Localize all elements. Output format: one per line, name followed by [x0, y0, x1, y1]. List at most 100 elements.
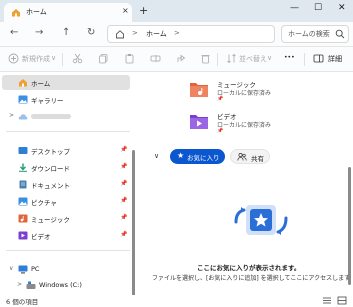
- gallery-icon: [18, 95, 28, 104]
- file-location: ローカルに保存済み: [217, 122, 272, 129]
- sidebar-item-home[interactable]: ホーム: [2, 75, 130, 90]
- sidebar-item-drive-c[interactable]: > Windows (C:): [10, 278, 130, 293]
- sidebar-item-onedrive[interactable]: >: [2, 109, 130, 124]
- sidebar-item-label: デスクトップ: [31, 148, 70, 156]
- home-icon: [12, 9, 20, 17]
- delete-icon[interactable]: [200, 53, 211, 64]
- people-icon: [237, 153, 247, 161]
- new-button[interactable]: 新規作成: [22, 54, 50, 64]
- search-placeholder[interactable]: ホームの検索: [288, 29, 332, 39]
- sidebar-item-downloads[interactable]: ダウンロード 📌: [2, 160, 130, 175]
- item-count: 6 個の項目: [6, 298, 39, 306]
- sidebar-item-documents[interactable]: ドキュメント 📌: [2, 177, 130, 192]
- close-window-button[interactable]: ✕: [338, 3, 346, 13]
- tab-title: ホーム: [26, 8, 47, 16]
- breadcrumb-home[interactable]: ホーム: [146, 29, 167, 39]
- pin-icon: 📌: [217, 128, 224, 134]
- copy-icon[interactable]: [98, 53, 109, 64]
- maximize-button[interactable]: ☐: [314, 3, 322, 13]
- sidebar-item-pictures[interactable]: ピクチャ 📌: [2, 194, 130, 209]
- more-options-button[interactable]: •••: [284, 54, 295, 61]
- sort-button[interactable]: 並べ替え: [239, 54, 267, 64]
- content-scrollbar[interactable]: [348, 167, 351, 285]
- tab-favorites[interactable]: ★ お気に入り: [170, 149, 225, 164]
- account-name-redacted: [31, 114, 71, 119]
- computer-icon: [18, 265, 28, 274]
- pictures-icon: [18, 197, 28, 206]
- sidebar-item-gallery[interactable]: ギャラリー: [2, 92, 130, 107]
- empty-state-description: ファイルを選択し、[お気に入りに追加] を選択してここにアクセスします: [152, 275, 351, 282]
- minimize-button[interactable]: —: [290, 3, 299, 13]
- chevron-right-icon[interactable]: >: [174, 29, 180, 37]
- list-item[interactable]: ビデオ ローカルに保存済み 📌: [189, 109, 339, 135]
- favorites-empty-illustration: [234, 205, 288, 235]
- address-bar[interactable]: > ホーム >: [107, 25, 275, 43]
- details-view-icon[interactable]: [322, 296, 332, 305]
- sidebar-item-label: ドキュメント: [31, 182, 70, 190]
- sidebar-scrollbar[interactable]: [132, 150, 135, 307]
- sort-dropdown-chevron[interactable]: ∨: [267, 54, 272, 62]
- sidebar-item-videos[interactable]: ビデオ 📌: [2, 228, 130, 243]
- search-icon: [335, 29, 345, 39]
- drive-icon: [26, 281, 36, 289]
- sidebar-item-desktop[interactable]: デスクトップ 📌: [2, 143, 130, 158]
- pin-icon[interactable]: 📌: [120, 180, 127, 187]
- star-icon: ★: [177, 151, 185, 160]
- share-icon[interactable]: [176, 53, 187, 64]
- sidebar-item-label: ピクチャ: [31, 199, 57, 207]
- cut-icon[interactable]: [72, 53, 83, 64]
- navigation-pane: ホーム ギャラリー > デスクトップ 📌 ダウンロード 📌 ドキュメント 📌 ピ…: [0, 72, 137, 307]
- collapse-chevron-icon[interactable]: ∨: [154, 152, 159, 160]
- details-button[interactable]: 詳細: [328, 54, 342, 64]
- file-explorer-window: ホーム × + — ☐ ✕ ← → ↑ ↻ > ホーム > ホームの検索 新規作…: [0, 0, 353, 307]
- sidebar-item-label: Windows (C:): [39, 281, 82, 289]
- tiles-view-icon[interactable]: [337, 296, 347, 305]
- pin-icon[interactable]: 📌: [120, 214, 127, 221]
- sort-icon: [227, 53, 236, 64]
- empty-state-title: ここにお気に入りが表示されます。: [197, 264, 301, 272]
- sidebar-item-label: ミュージック: [31, 216, 70, 224]
- sidebar-item-label: ビデオ: [31, 233, 51, 241]
- pin-icon[interactable]: 📌: [120, 231, 127, 238]
- video-folder-icon: [190, 115, 208, 129]
- status-bar: 6 個の項目: [0, 295, 353, 307]
- divider: [62, 53, 63, 66]
- search-box[interactable]: ホームの検索: [281, 25, 349, 43]
- up-button[interactable]: ↑: [62, 27, 70, 38]
- chevron-right-icon[interactable]: >: [17, 281, 22, 288]
- tab-close-button[interactable]: ×: [122, 6, 129, 15]
- desktop-folder-icon: [18, 147, 28, 154]
- new-tab-button[interactable]: +: [139, 4, 148, 17]
- sidebar-item-label: ダウンロード: [31, 165, 70, 173]
- tab-shared[interactable]: 共有: [230, 149, 270, 164]
- file-location: ローカルに保存済み: [217, 90, 272, 97]
- divider: [217, 53, 218, 66]
- chevron-right-icon[interactable]: >: [9, 112, 14, 119]
- pin-icon[interactable]: 📌: [120, 197, 127, 204]
- divider: [304, 53, 305, 66]
- paste-icon[interactable]: [124, 53, 135, 64]
- chevron-down-icon[interactable]: ∨: [9, 265, 13, 272]
- divider: [6, 131, 130, 132]
- tab-shared-label: 共有: [251, 155, 264, 163]
- cloud-icon: [18, 114, 28, 120]
- back-button[interactable]: ←: [10, 27, 18, 38]
- sidebar-item-label: ホーム: [31, 80, 51, 88]
- pin-icon[interactable]: 📌: [120, 146, 127, 153]
- pin-icon[interactable]: 📌: [120, 163, 127, 170]
- sidebar-item-pc[interactable]: ∨ PC: [2, 262, 130, 277]
- music-folder-icon: [190, 83, 208, 97]
- list-item[interactable]: ミュージック ローカルに保存済み 📌: [189, 77, 339, 103]
- home-outline-icon: [116, 30, 124, 39]
- sidebar-item-music[interactable]: ミュージック 📌: [2, 211, 130, 226]
- refresh-button[interactable]: ↻: [87, 27, 95, 38]
- sidebar-item-label: ギャラリー: [31, 97, 64, 105]
- rename-icon[interactable]: [150, 53, 161, 64]
- new-dropdown-chevron[interactable]: ∨: [51, 54, 56, 62]
- forward-button[interactable]: →: [35, 27, 43, 38]
- content-pane: ミュージック ローカルに保存済み 📌 ビデオ ローカルに保存済み 📌 ∨ ★ お…: [137, 72, 353, 295]
- home-icon: [19, 79, 27, 87]
- music-icon: [18, 214, 28, 223]
- tab-home[interactable]: ホーム ×: [4, 3, 132, 22]
- sidebar-item-label: PC: [31, 265, 40, 273]
